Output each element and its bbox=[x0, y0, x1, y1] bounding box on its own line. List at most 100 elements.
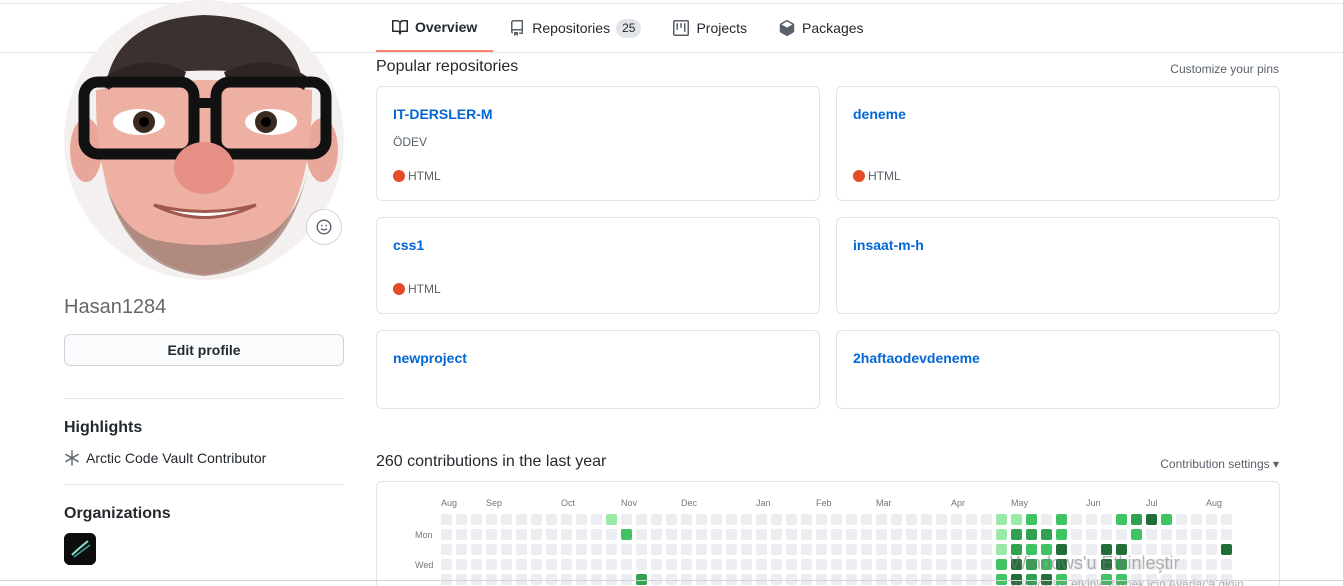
contribution-day[interactable] bbox=[996, 544, 1007, 555]
customize-pins-link[interactable]: Customize your pins bbox=[1170, 62, 1279, 76]
contribution-day[interactable] bbox=[561, 544, 572, 555]
contribution-day[interactable] bbox=[756, 544, 767, 555]
contribution-day[interactable] bbox=[1191, 544, 1202, 555]
contribution-day[interactable] bbox=[621, 514, 632, 525]
contribution-day[interactable] bbox=[816, 559, 827, 570]
contribution-day[interactable] bbox=[576, 529, 587, 540]
contribution-day[interactable] bbox=[1176, 514, 1187, 525]
contribution-day[interactable] bbox=[486, 514, 497, 525]
set-status-button[interactable] bbox=[306, 209, 342, 245]
contribution-day[interactable] bbox=[801, 544, 812, 555]
contribution-day[interactable] bbox=[726, 559, 737, 570]
contribution-day[interactable] bbox=[786, 514, 797, 525]
contribution-day[interactable] bbox=[831, 559, 842, 570]
contribution-day[interactable] bbox=[951, 529, 962, 540]
contribution-day[interactable] bbox=[1131, 514, 1142, 525]
contribution-day[interactable] bbox=[726, 529, 737, 540]
contribution-day[interactable] bbox=[846, 514, 857, 525]
contribution-day[interactable] bbox=[936, 544, 947, 555]
contribution-day[interactable] bbox=[741, 544, 752, 555]
contribution-day[interactable] bbox=[861, 514, 872, 525]
contribution-day[interactable] bbox=[771, 529, 782, 540]
contribution-day[interactable] bbox=[636, 544, 647, 555]
contribution-day[interactable] bbox=[951, 514, 962, 525]
contribution-day[interactable] bbox=[1011, 514, 1022, 525]
contribution-day[interactable] bbox=[666, 544, 677, 555]
contribution-day[interactable] bbox=[1176, 529, 1187, 540]
contribution-day[interactable] bbox=[816, 514, 827, 525]
contribution-day[interactable] bbox=[456, 544, 467, 555]
contribution-day[interactable] bbox=[651, 559, 662, 570]
contribution-day[interactable] bbox=[1161, 514, 1172, 525]
contribution-day[interactable] bbox=[1011, 529, 1022, 540]
contribution-day[interactable] bbox=[906, 559, 917, 570]
contribution-day[interactable] bbox=[786, 544, 797, 555]
contribution-day[interactable] bbox=[846, 559, 857, 570]
contribution-day[interactable] bbox=[756, 529, 767, 540]
contribution-day[interactable] bbox=[876, 559, 887, 570]
contribution-day[interactable] bbox=[681, 514, 692, 525]
contribution-day[interactable] bbox=[1041, 514, 1052, 525]
contribution-day[interactable] bbox=[621, 559, 632, 570]
contribution-day[interactable] bbox=[531, 529, 542, 540]
contribution-day[interactable] bbox=[801, 514, 812, 525]
contribution-day[interactable] bbox=[546, 559, 557, 570]
contribution-day[interactable] bbox=[981, 514, 992, 525]
contribution-day[interactable] bbox=[696, 514, 707, 525]
contribution-settings-dropdown[interactable]: Contribution settings ▾ bbox=[1160, 457, 1279, 471]
contribution-day[interactable] bbox=[1116, 514, 1127, 525]
contribution-day[interactable] bbox=[846, 544, 857, 555]
contribution-day[interactable] bbox=[561, 514, 572, 525]
contribution-day[interactable] bbox=[441, 514, 452, 525]
contribution-day[interactable] bbox=[831, 514, 842, 525]
contribution-day[interactable] bbox=[906, 514, 917, 525]
contribution-day[interactable] bbox=[816, 544, 827, 555]
contribution-day[interactable] bbox=[1026, 514, 1037, 525]
contribution-day[interactable] bbox=[726, 514, 737, 525]
contribution-day[interactable] bbox=[591, 529, 602, 540]
contribution-day[interactable] bbox=[891, 529, 902, 540]
tab-repositories[interactable]: Repositories 25 bbox=[493, 4, 657, 52]
contribution-day[interactable] bbox=[546, 544, 557, 555]
contribution-day[interactable] bbox=[1191, 559, 1202, 570]
contribution-day[interactable] bbox=[666, 514, 677, 525]
contribution-day[interactable] bbox=[1071, 514, 1082, 525]
contribution-day[interactable] bbox=[696, 559, 707, 570]
contribution-day[interactable] bbox=[741, 529, 752, 540]
contribution-day[interactable] bbox=[576, 559, 587, 570]
highlight-arctic-vault[interactable]: Arctic Code Vault Contributor bbox=[64, 450, 266, 466]
contribution-day[interactable] bbox=[651, 544, 662, 555]
contribution-day[interactable] bbox=[1026, 529, 1037, 540]
contribution-day[interactable] bbox=[711, 529, 722, 540]
repo-link[interactable]: 2haftaodevdeneme bbox=[853, 350, 980, 366]
contribution-day[interactable] bbox=[591, 559, 602, 570]
profile-avatar[interactable] bbox=[64, 0, 344, 280]
contribution-day[interactable] bbox=[621, 529, 632, 540]
contribution-day[interactable] bbox=[921, 559, 932, 570]
repo-link[interactable]: css1 bbox=[393, 237, 424, 253]
contribution-day[interactable] bbox=[936, 514, 947, 525]
contribution-day[interactable] bbox=[441, 544, 452, 555]
contribution-day[interactable] bbox=[711, 514, 722, 525]
repo-link[interactable]: deneme bbox=[853, 106, 906, 122]
contribution-day[interactable] bbox=[1086, 529, 1097, 540]
contribution-day[interactable] bbox=[516, 544, 527, 555]
contribution-day[interactable] bbox=[516, 559, 527, 570]
contribution-day[interactable] bbox=[981, 559, 992, 570]
contribution-day[interactable] bbox=[546, 514, 557, 525]
contribution-day[interactable] bbox=[561, 559, 572, 570]
contribution-day[interactable] bbox=[666, 529, 677, 540]
contribution-day[interactable] bbox=[456, 514, 467, 525]
contribution-day[interactable] bbox=[441, 559, 452, 570]
contribution-day[interactable] bbox=[516, 529, 527, 540]
contribution-day[interactable] bbox=[1221, 514, 1232, 525]
contribution-day[interactable] bbox=[456, 529, 467, 540]
contribution-day[interactable] bbox=[1206, 544, 1217, 555]
contribution-day[interactable] bbox=[456, 559, 467, 570]
contribution-day[interactable] bbox=[471, 559, 482, 570]
contribution-day[interactable] bbox=[1086, 514, 1097, 525]
contribution-day[interactable] bbox=[636, 514, 647, 525]
contribution-day[interactable] bbox=[651, 514, 662, 525]
contribution-day[interactable] bbox=[756, 559, 767, 570]
contribution-day[interactable] bbox=[861, 544, 872, 555]
